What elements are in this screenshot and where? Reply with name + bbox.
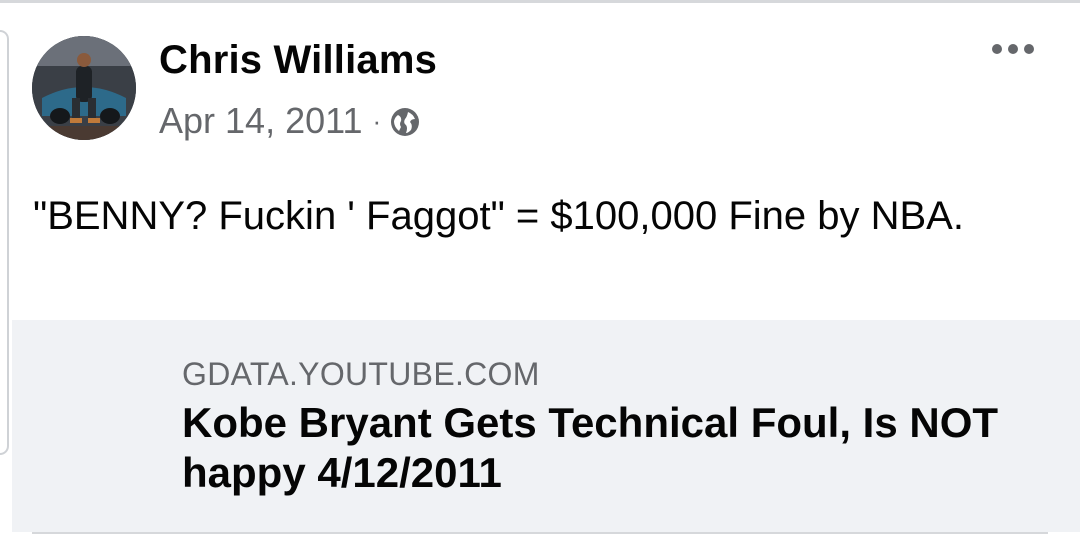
post-date[interactable]: Apr 14, 2011	[159, 100, 362, 142]
more-dot	[1008, 44, 1018, 54]
link-preview-card[interactable]: GDATA.YOUTUBE.COM Kobe Bryant Gets Techn…	[12, 320, 1080, 532]
post-meta: Apr 14, 2011 ·	[159, 100, 421, 142]
more-dot	[992, 44, 1002, 54]
bottom-divider	[32, 532, 1048, 534]
more-options-icon[interactable]	[992, 44, 1034, 54]
meta-separator: ·	[372, 106, 382, 136]
post-text: "BENNY? Fuckin ' Faggot" = $100,000 Fine…	[33, 194, 964, 238]
globe-icon	[389, 105, 421, 137]
more-dot	[1024, 44, 1034, 54]
link-title[interactable]: Kobe Bryant Gets Technical Foul, Is NOT …	[182, 398, 1042, 498]
author-name[interactable]: Chris Williams	[159, 38, 437, 83]
avatar[interactable]	[32, 36, 136, 140]
link-domain: GDATA.YOUTUBE.COM	[182, 356, 540, 392]
top-divider	[0, 0, 1080, 3]
adjacent-card-edge	[0, 30, 9, 455]
avatar-image	[32, 36, 136, 140]
